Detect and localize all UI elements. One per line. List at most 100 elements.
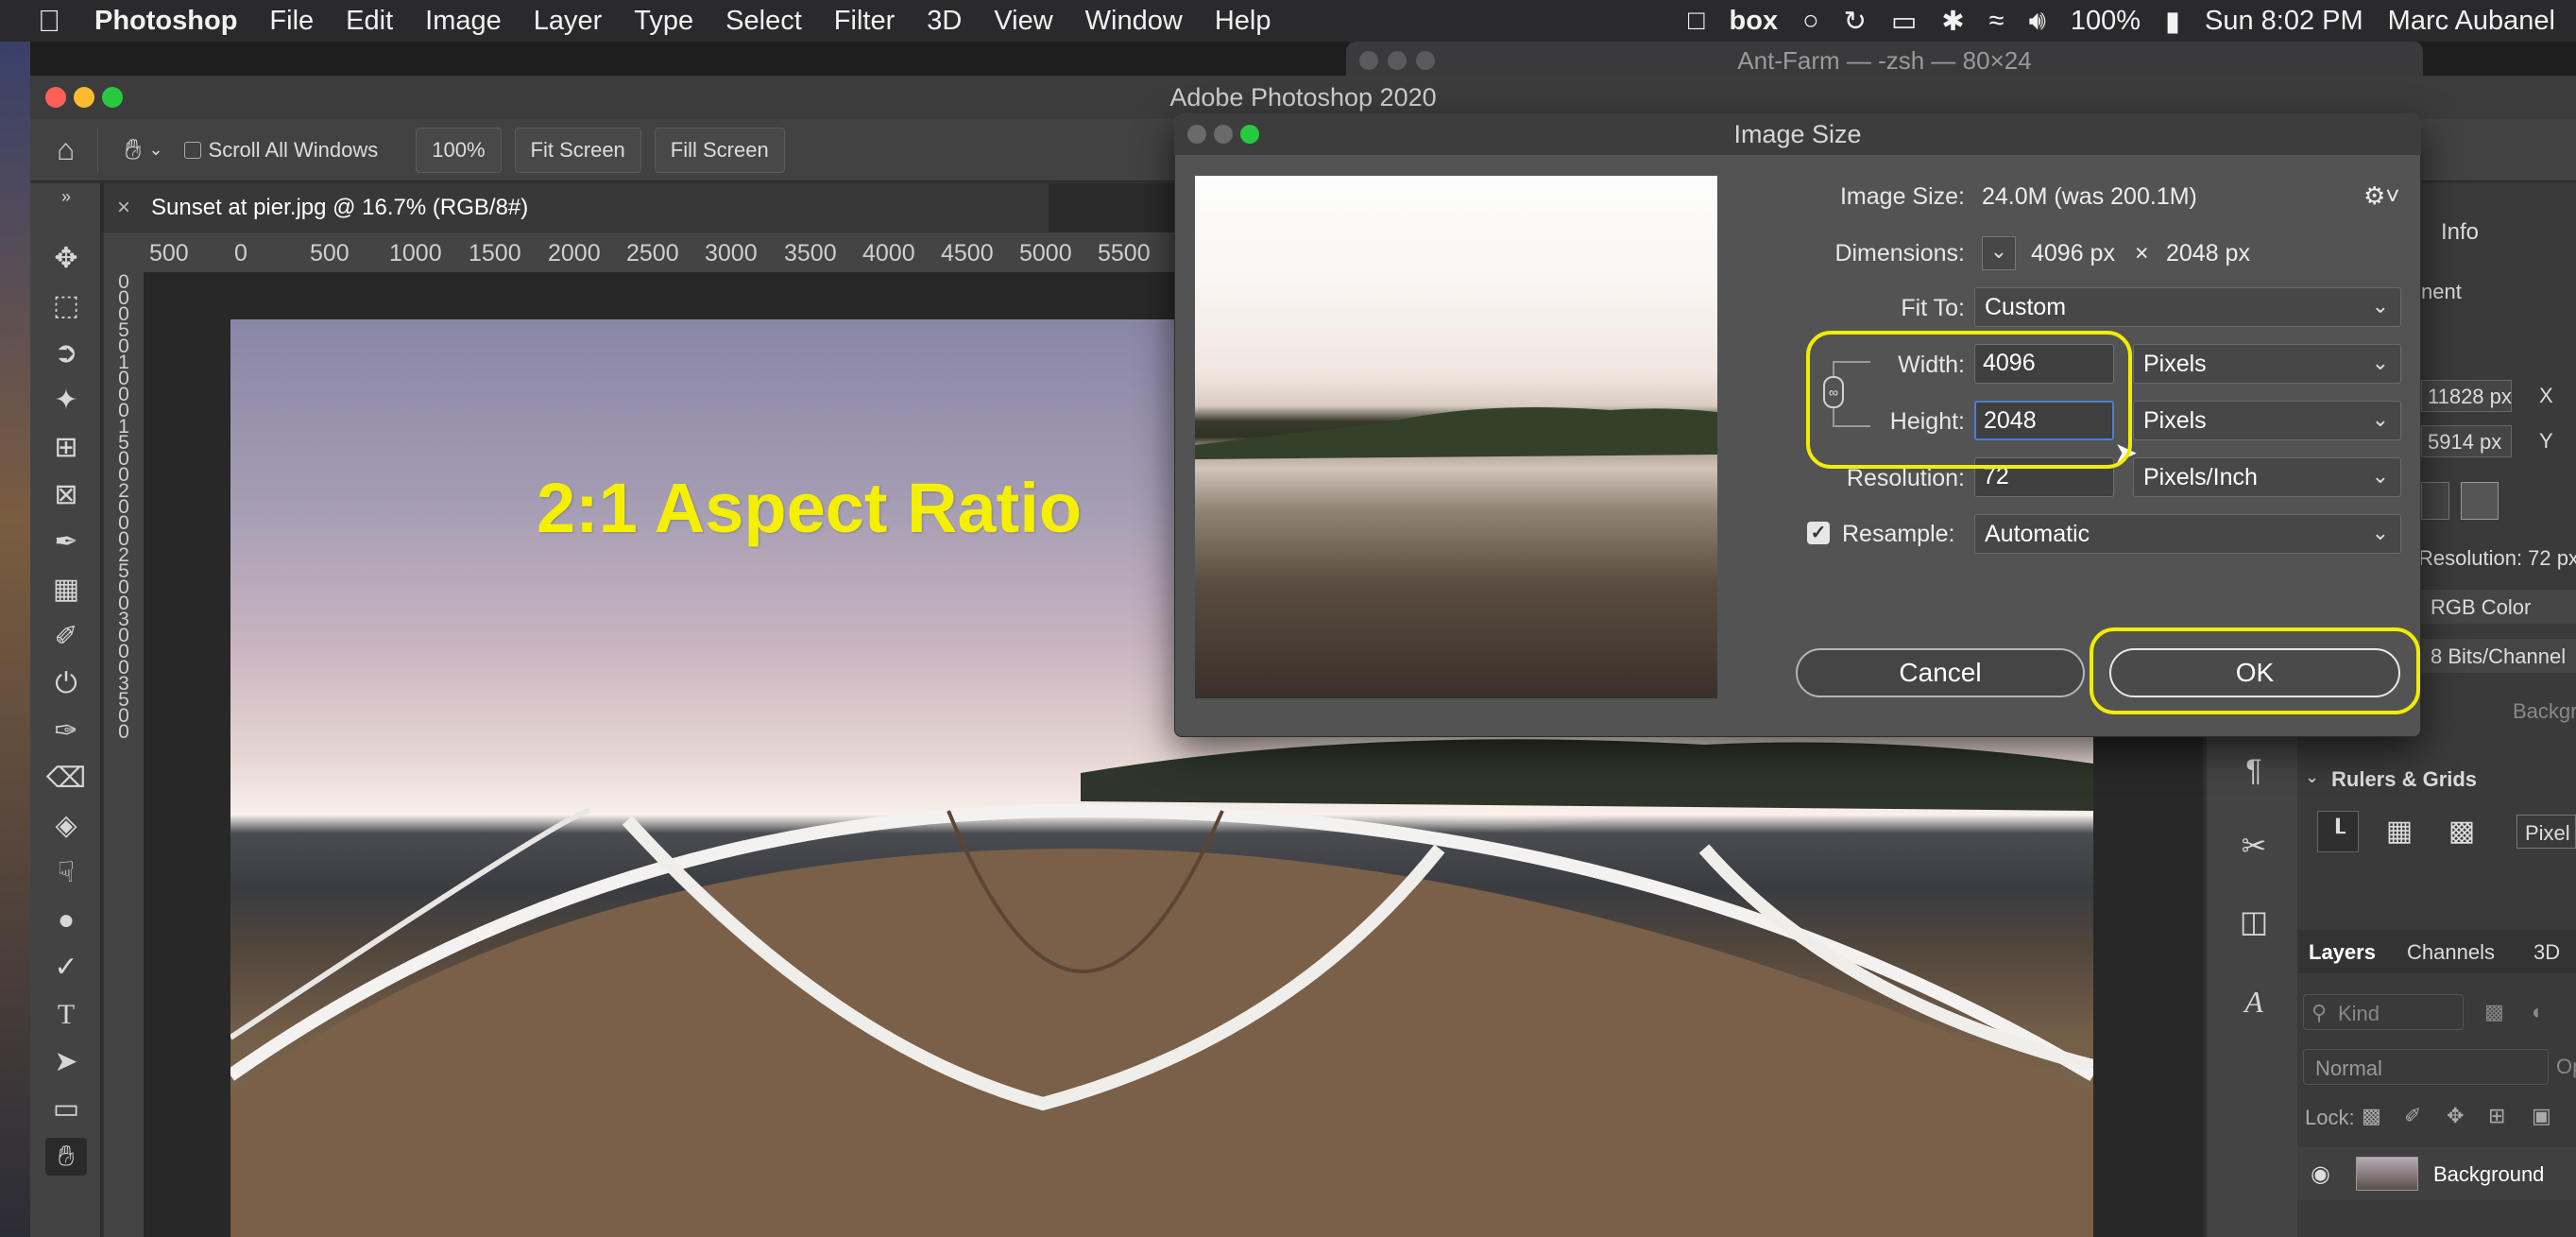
chevron-down-icon[interactable]: ⌄: [148, 140, 162, 160]
x-position-field[interactable]: 11828 px: [2428, 385, 2512, 409]
type-tool-icon[interactable]: T: [45, 996, 87, 1034]
pixel-grid-icon[interactable]: ▩: [2441, 811, 2482, 852]
menu-edit[interactable]: Edit: [346, 6, 393, 37]
properties-icon[interactable]: ◫: [2235, 902, 2273, 940]
menu-file[interactable]: File: [269, 6, 314, 37]
menu-image[interactable]: Image: [425, 6, 502, 37]
y-position-field[interactable]: 5914 px: [2428, 430, 2501, 455]
menu-type[interactable]: Type: [634, 6, 693, 37]
3d-tab[interactable]: 3D: [2533, 940, 2560, 965]
bit-depth-select[interactable]: 8 Bits/Channel: [2431, 644, 2566, 669]
layer-row-background[interactable]: ◉ Background: [2297, 1147, 2576, 1200]
document-tab[interactable]: × Sunset at pier.jpg @ 16.7% (RGB/8#): [104, 183, 1049, 232]
portrait-orientation-icon[interactable]: [2421, 482, 2449, 520]
minimize-window-icon[interactable]: [74, 87, 94, 108]
home-icon[interactable]: ⌂: [57, 132, 75, 167]
dodge-tool-icon[interactable]: ●: [45, 902, 87, 939]
filter-adjustment-icon[interactable]: ◐: [2532, 1000, 2544, 1024]
lock-pixels-icon[interactable]: ▩: [2362, 1104, 2381, 1128]
layer-filter-kind[interactable]: Kind: [2338, 1002, 2380, 1026]
volume-icon[interactable]: 🔊︎: [2029, 6, 2046, 37]
layers-tab[interactable]: Layers: [2309, 940, 2376, 965]
frame-tool-icon[interactable]: ⊠: [45, 476, 87, 514]
rulers-grids-header[interactable]: ⌄ Rulers & Grids: [2297, 762, 2576, 799]
landscape-orientation-icon[interactable]: [2461, 482, 2499, 520]
menu-help[interactable]: Help: [1215, 6, 1271, 37]
glyphs-icon[interactable]: A: [2235, 983, 2273, 1021]
healing-brush-tool-icon[interactable]: ▦: [45, 571, 87, 609]
bluetooth-icon[interactable]: ✱: [1941, 5, 1964, 38]
resample-select[interactable]: Automatic ⌄: [1974, 514, 2401, 554]
close-window-icon[interactable]: [45, 87, 66, 108]
crop-tool-icon[interactable]: ⊞: [45, 429, 87, 467]
fit-screen-button[interactable]: Fit Screen: [514, 127, 641, 173]
zoom-100-button[interactable]: 100%: [416, 127, 502, 173]
dialog-zoom-icon[interactable]: [1240, 125, 1259, 144]
eraser-tool-icon[interactable]: ⌫: [45, 760, 87, 798]
history-brush-tool-icon[interactable]: ✑: [45, 713, 87, 750]
path-selection-tool-icon[interactable]: ➤: [45, 1043, 87, 1081]
menu-layer[interactable]: Layer: [534, 6, 603, 37]
stamp-tool-icon[interactable]: ⏻: [45, 665, 87, 703]
battery-percent[interactable]: 100%: [2071, 6, 2141, 37]
width-unit-select[interactable]: Pixels ⌄: [2133, 344, 2401, 384]
lock-artboard-icon[interactable]: ⊞: [2488, 1104, 2505, 1128]
move-tool-icon[interactable]: ✥: [45, 240, 87, 278]
terminal-window[interactable]: Ant-Farm — -zsh — 80×24: [1346, 42, 2423, 79]
screen-record-icon[interactable]: □: [1688, 6, 1705, 37]
dialog-close-icon[interactable]: [1187, 125, 1206, 144]
box-icon[interactable]: box: [1730, 6, 1779, 37]
lasso-tool-icon[interactable]: ➲: [45, 335, 87, 372]
scroll-all-checkbox[interactable]: [183, 141, 201, 159]
tools-icon[interactable]: ✂: [2235, 827, 2273, 865]
hand-tool-icon[interactable]: ✋︎: [125, 134, 141, 166]
expand-panel-icon[interactable]: »: [45, 187, 87, 206]
gear-icon[interactable]: ⚙︎˅: [2363, 181, 2400, 211]
eyedropper-tool-icon[interactable]: ✒: [45, 524, 87, 561]
user-name[interactable]: Marc Aubanel: [2388, 6, 2555, 37]
app-menu[interactable]: Photoshop: [94, 6, 237, 37]
units-select[interactable]: Pixel: [2525, 821, 2570, 846]
clock[interactable]: Sun 8:02 PM: [2205, 6, 2363, 37]
smudge-tool-icon[interactable]: ☟: [45, 854, 87, 892]
menu-filter[interactable]: Filter: [834, 6, 895, 37]
menu-view[interactable]: View: [994, 6, 1052, 37]
blend-mode-select[interactable]: Normal: [2315, 1057, 2382, 1081]
filter-image-icon[interactable]: ▩: [2484, 1000, 2504, 1024]
wifi-icon[interactable]: ≈: [1989, 6, 2005, 37]
menu-3d[interactable]: 3D: [927, 6, 962, 37]
lock-all-icon[interactable]: ▣: [2532, 1104, 2551, 1128]
height-unit-select[interactable]: Pixels ⌄: [2133, 401, 2401, 440]
marquee-tool-icon[interactable]: ⬚: [45, 287, 87, 325]
menu-window[interactable]: Window: [1085, 6, 1183, 37]
ruler-icon[interactable]: ┖: [2317, 811, 2359, 852]
color-mode-select[interactable]: RGB Color: [2431, 595, 2531, 620]
eye-visibility-icon[interactable]: ◉: [2311, 1160, 2330, 1188]
magic-wand-tool-icon[interactable]: ✦: [45, 382, 87, 420]
info-tab[interactable]: Info: [2441, 219, 2479, 246]
image-preview[interactable]: [1195, 176, 1717, 698]
close-tab-icon[interactable]: ×: [117, 195, 130, 221]
paragraph-icon[interactable]: ¶: [2235, 751, 2273, 789]
pen-tool-icon[interactable]: ✓: [45, 949, 87, 987]
menu-select[interactable]: Select: [725, 6, 802, 37]
fill-screen-button[interactable]: Fill Screen: [654, 127, 785, 173]
apple-menu-icon[interactable]: : [38, 4, 60, 39]
brush-tool-icon[interactable]: ✐: [45, 618, 87, 656]
grid-icon[interactable]: ▦: [2379, 811, 2420, 852]
hand-tool-icon[interactable]: ✋︎: [45, 1138, 87, 1176]
dimensions-unit-chevron-icon[interactable]: ⌄: [1982, 236, 2016, 270]
resolution-unit-select[interactable]: Pixels/Inch ⌄: [2133, 457, 2401, 497]
channels-tab[interactable]: Channels: [2407, 940, 2495, 965]
airplay-icon[interactable]: ▭: [1891, 5, 1917, 38]
fit-to-select[interactable]: Custom ⌄: [1974, 287, 2401, 327]
zoom-window-icon[interactable]: [102, 87, 123, 108]
battery-icon[interactable]: ▮: [2165, 5, 2180, 38]
rectangle-tool-icon[interactable]: ▭: [45, 1091, 87, 1128]
time-machine-icon[interactable]: ↻: [1844, 5, 1867, 38]
cancel-button[interactable]: Cancel: [1796, 648, 2085, 697]
globe-icon[interactable]: ○: [1802, 6, 1819, 37]
resample-checkbox[interactable]: ✓: [1807, 522, 1830, 544]
lock-brush-icon[interactable]: ✐: [2404, 1104, 2421, 1128]
paint-bucket-tool-icon[interactable]: ◈: [45, 807, 87, 845]
